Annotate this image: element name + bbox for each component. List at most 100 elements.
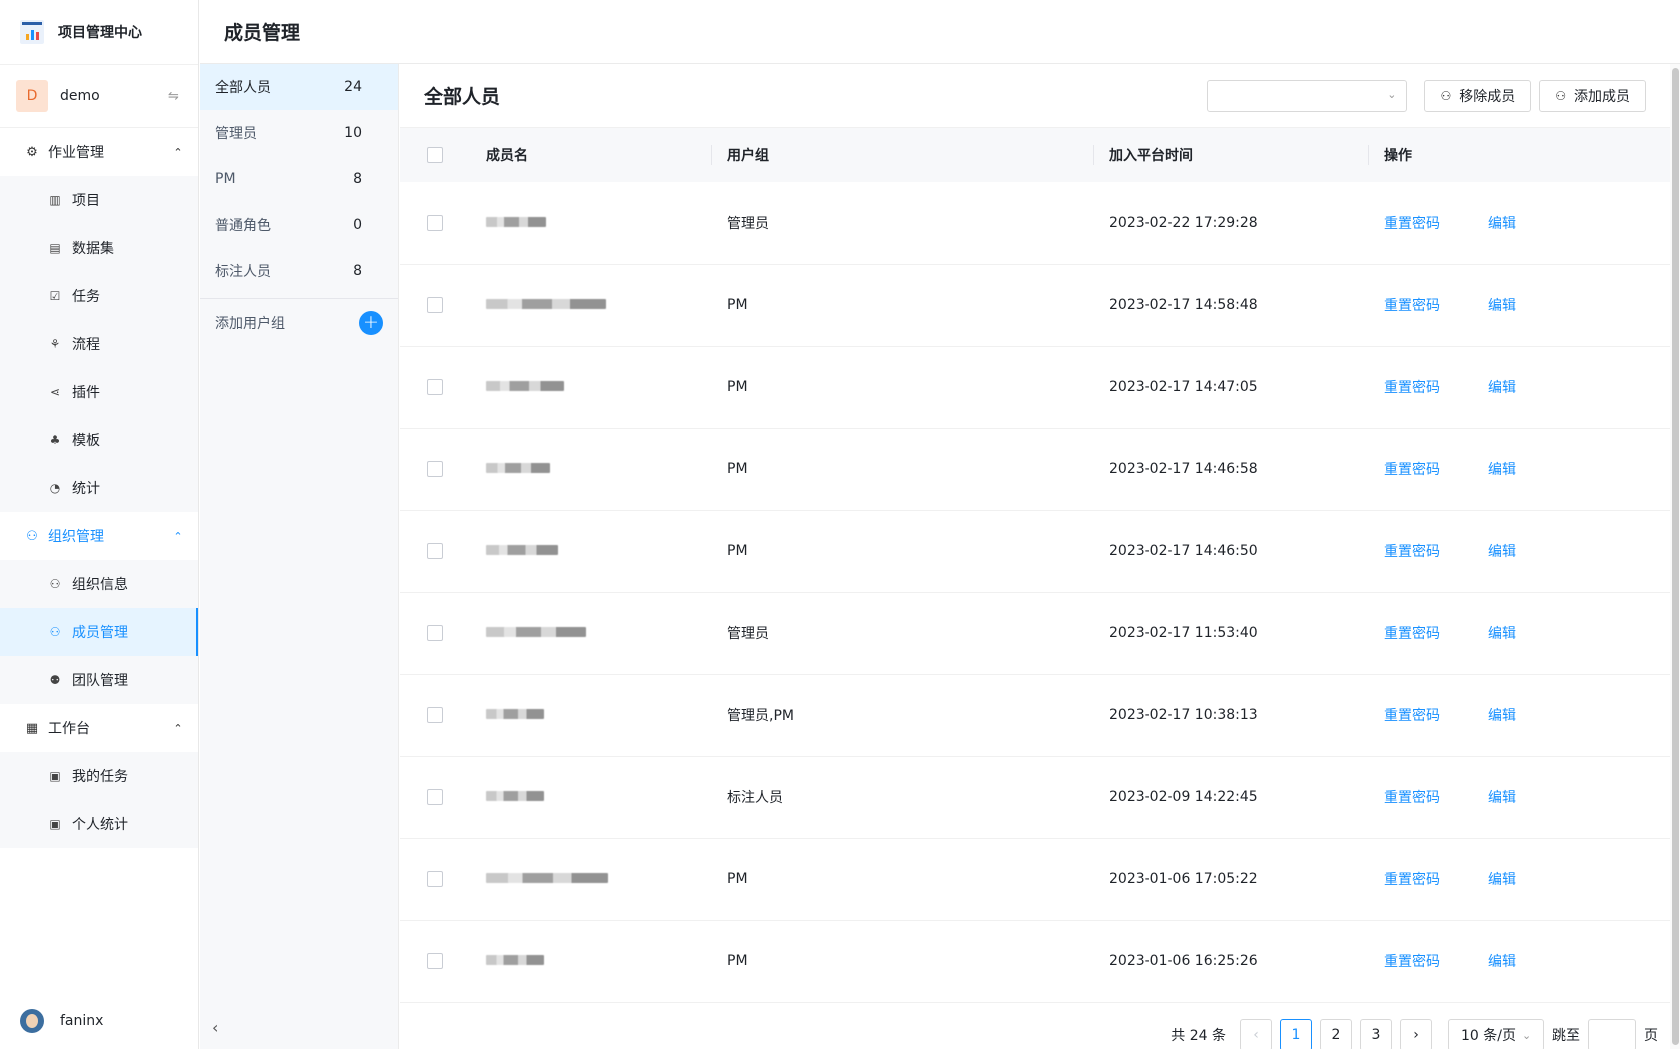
sidebar-item-team-management[interactable]: ⚉ 团队管理: [0, 656, 198, 704]
reset-password-link[interactable]: 重置密码: [1384, 872, 1440, 888]
menu-job-management[interactable]: ⚙ 作业管理 ⌃: [0, 128, 198, 176]
sidebar-item-template[interactable]: ♣ 模板: [0, 416, 198, 464]
row-checkbox[interactable]: [427, 297, 443, 313]
app-logo-icon: [20, 20, 44, 44]
sidebar-item-member-management[interactable]: ⚇ 成员管理: [0, 608, 198, 656]
reset-password-link[interactable]: 重置密码: [1384, 708, 1440, 724]
edit-link[interactable]: 编辑: [1488, 380, 1516, 396]
table-row: 管理员 2023-02-22 17:29:28 重置密码 编辑: [400, 182, 1670, 264]
row-checkbox[interactable]: [427, 461, 443, 477]
reset-password-link[interactable]: 重置密码: [1384, 954, 1440, 970]
redacted-member-name: [486, 545, 558, 555]
bottom-user[interactable]: faninx: [20, 1009, 103, 1033]
scrollbar-thumb[interactable]: [1672, 68, 1679, 1045]
user-group-label: 全部人员: [215, 80, 271, 96]
row-checkbox[interactable]: [427, 707, 443, 723]
row-checkbox[interactable]: [427, 625, 443, 641]
group-filter-select[interactable]: ⌄: [1207, 79, 1408, 112]
edit-link[interactable]: 编辑: [1488, 544, 1516, 560]
edit-link[interactable]: 编辑: [1488, 626, 1516, 642]
sidebar-item-workflow[interactable]: ⚘ 流程: [0, 320, 198, 368]
user-group-item[interactable]: 管理员 10: [200, 110, 398, 156]
reset-password-link[interactable]: 重置密码: [1384, 380, 1440, 396]
row-check-cell: [400, 182, 468, 264]
sidebar-item-org-info[interactable]: ⚇ 组织信息: [0, 560, 198, 608]
user-group-label: PM: [215, 171, 236, 187]
sidebar-item-my-tasks[interactable]: ▣ 我的任务: [0, 752, 198, 800]
page-1-button[interactable]: 1: [1280, 1019, 1312, 1049]
next-page-button[interactable]: ›: [1400, 1019, 1432, 1049]
edit-link[interactable]: 编辑: [1488, 462, 1516, 478]
user-switcher[interactable]: D demo ⇋: [0, 64, 198, 128]
pagination: 共 24 条 ‹ 123 › 10 条/页 ⌄ 跳至 页: [1171, 1019, 1658, 1049]
reset-password-link[interactable]: 重置密码: [1384, 216, 1440, 232]
sidebar-item-personal-stats[interactable]: ▣ 个人统计: [0, 800, 198, 848]
header-user-group: 用户组: [711, 128, 1093, 182]
edit-link[interactable]: 编辑: [1488, 790, 1516, 806]
row-checkbox[interactable]: [427, 543, 443, 559]
user-group-cell: 管理员: [727, 626, 769, 642]
edit-link[interactable]: 编辑: [1488, 708, 1516, 724]
add-member-button[interactable]: ⚇ 添加成员: [1539, 79, 1646, 112]
reset-password-link[interactable]: 重置密码: [1384, 462, 1440, 478]
joined-time-cell: 2023-01-06 16:25:26: [1109, 953, 1258, 969]
joined-time-cell: 2023-02-09 14:22:45: [1109, 789, 1258, 805]
user-group-item[interactable]: 标注人员 8: [200, 248, 398, 294]
prev-page-button[interactable]: ‹: [1240, 1019, 1272, 1049]
edit-link[interactable]: 编辑: [1488, 954, 1516, 970]
add-user-group-row[interactable]: 添加用户组 +: [200, 298, 398, 346]
remove-member-label: 移除成员: [1459, 88, 1516, 105]
menu-group-label: 组织管理: [48, 529, 104, 545]
user-group-count: 8: [353, 263, 362, 279]
submenu: ▥ 项目 ▤ 数据集 ☑ 任务 ⚘ 流程 ⋖ 插件 ♣ 模板 ◔ 统计: [0, 176, 198, 512]
add-user-group-button[interactable]: +: [359, 310, 383, 335]
row-checkbox[interactable]: [427, 214, 443, 231]
chevron-down-icon: ⌄: [1521, 1028, 1532, 1042]
reset-password-link[interactable]: 重置密码: [1384, 626, 1440, 642]
reset-password-link[interactable]: 重置密码: [1384, 790, 1440, 806]
user-group-count: 8: [353, 171, 362, 187]
scrollbar[interactable]: [1670, 64, 1680, 1049]
page-size-value: 10 条/页: [1461, 1028, 1516, 1044]
edit-link[interactable]: 编辑: [1488, 872, 1516, 888]
menu-workbench[interactable]: ▦ 工作台 ⌃: [0, 704, 198, 752]
reset-password-link[interactable]: 重置密码: [1384, 544, 1440, 560]
sidebar-item-label: 我的任务: [72, 769, 128, 785]
user-avatar: D: [16, 80, 48, 112]
actions-cell: 重置密码 编辑: [1368, 756, 1670, 838]
page-size-select[interactable]: 10 条/页 ⌄: [1448, 1019, 1544, 1049]
row-checkbox[interactable]: [427, 789, 443, 805]
jump-page-input[interactable]: [1588, 1019, 1636, 1049]
sidebar-item-plugin[interactable]: ⋖ 插件: [0, 368, 198, 416]
sidebar-item-dataset[interactable]: ▤ 数据集: [0, 224, 198, 272]
select-all-checkbox[interactable]: [427, 147, 443, 163]
swap-icon[interactable]: ⇋: [168, 89, 198, 104]
row-checkbox[interactable]: [427, 871, 443, 887]
joined-time-cell: 2023-01-06 17:05:22: [1109, 871, 1258, 887]
page-3-button[interactable]: 3: [1360, 1019, 1392, 1049]
table-row: PM 2023-02-17 14:47:05 重置密码 编辑: [400, 346, 1670, 428]
member-name-cell: [468, 756, 711, 838]
sidebar-item-label: 数据集: [72, 241, 114, 257]
workflow-icon: ⚘: [49, 337, 61, 351]
sidebar-item-label: 统计: [72, 481, 100, 497]
user-group-cell: PM: [727, 871, 748, 887]
menu-org-management[interactable]: ⚇ 组织管理 ⌃: [0, 512, 198, 560]
reset-password-link[interactable]: 重置密码: [1384, 298, 1440, 314]
user-group-item[interactable]: 普通角色 0: [200, 202, 398, 248]
actions-cell: 重置密码 编辑: [1368, 838, 1670, 920]
table-row: PM 2023-02-17 14:46:58 重置密码 编辑: [400, 428, 1670, 510]
page-2-button[interactable]: 2: [1320, 1019, 1352, 1049]
collapse-sidebar-icon[interactable]: ‹: [212, 1018, 218, 1037]
row-checkbox[interactable]: [427, 379, 443, 395]
user-group-item[interactable]: PM 8: [200, 156, 398, 202]
sidebar-item-statistics[interactable]: ◔ 统计: [0, 464, 198, 512]
edit-link[interactable]: 编辑: [1488, 298, 1516, 314]
user-group-item[interactable]: 全部人员 24: [200, 64, 398, 110]
edit-link[interactable]: 编辑: [1488, 216, 1516, 232]
org-info-icon: ⚇: [49, 577, 61, 591]
row-checkbox[interactable]: [427, 953, 443, 969]
sidebar-item-project[interactable]: ▥ 项目: [0, 176, 198, 224]
sidebar-item-task[interactable]: ☑ 任务: [0, 272, 198, 320]
remove-member-button[interactable]: ⚇ 移除成员: [1424, 79, 1532, 112]
